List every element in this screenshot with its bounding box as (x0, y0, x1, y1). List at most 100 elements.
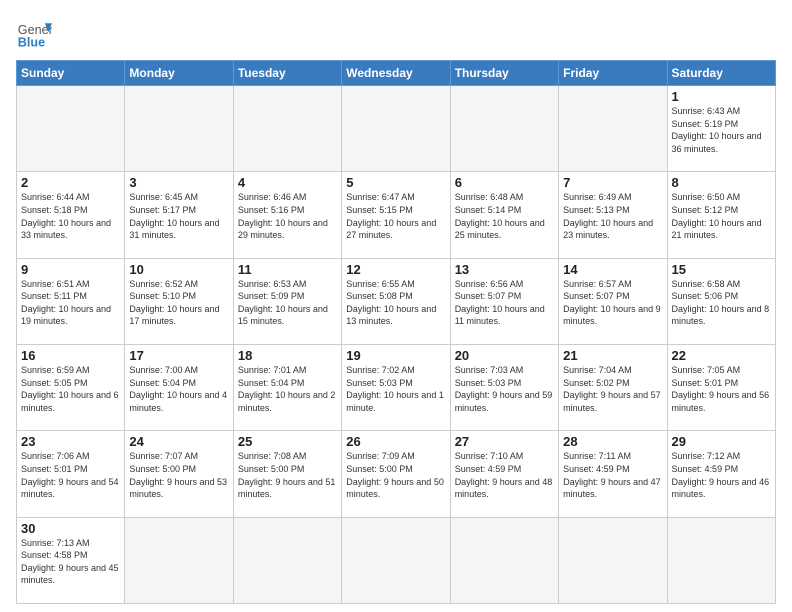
calendar-cell: 1Sunrise: 6:43 AM Sunset: 5:19 PM Daylig… (667, 86, 775, 172)
calendar-cell (342, 86, 450, 172)
logo: General Blue (16, 16, 52, 52)
day-info: Sunrise: 6:46 AM Sunset: 5:16 PM Dayligh… (238, 191, 337, 241)
calendar-cell (450, 517, 558, 603)
day-number: 14 (563, 262, 662, 277)
day-info: Sunrise: 7:00 AM Sunset: 5:04 PM Dayligh… (129, 364, 228, 414)
calendar-cell (559, 517, 667, 603)
day-info: Sunrise: 7:09 AM Sunset: 5:00 PM Dayligh… (346, 450, 445, 500)
day-number: 26 (346, 434, 445, 449)
calendar-cell (125, 517, 233, 603)
day-number: 27 (455, 434, 554, 449)
week-row-4: 16Sunrise: 6:59 AM Sunset: 5:05 PM Dayli… (17, 344, 776, 430)
calendar-cell (450, 86, 558, 172)
day-info: Sunrise: 6:44 AM Sunset: 5:18 PM Dayligh… (21, 191, 120, 241)
day-number: 6 (455, 175, 554, 190)
calendar-cell: 18Sunrise: 7:01 AM Sunset: 5:04 PM Dayli… (233, 344, 341, 430)
day-info: Sunrise: 7:01 AM Sunset: 5:04 PM Dayligh… (238, 364, 337, 414)
day-number: 11 (238, 262, 337, 277)
calendar-cell: 5Sunrise: 6:47 AM Sunset: 5:15 PM Daylig… (342, 172, 450, 258)
calendar-table: SundayMondayTuesdayWednesdayThursdayFrid… (16, 60, 776, 604)
day-info: Sunrise: 7:13 AM Sunset: 4:58 PM Dayligh… (21, 537, 120, 587)
day-number: 15 (672, 262, 771, 277)
week-row-6: 30Sunrise: 7:13 AM Sunset: 4:58 PM Dayli… (17, 517, 776, 603)
calendar-cell: 19Sunrise: 7:02 AM Sunset: 5:03 PM Dayli… (342, 344, 450, 430)
calendar-cell (667, 517, 775, 603)
calendar-cell: 9Sunrise: 6:51 AM Sunset: 5:11 PM Daylig… (17, 258, 125, 344)
day-number: 28 (563, 434, 662, 449)
day-number: 16 (21, 348, 120, 363)
day-info: Sunrise: 6:59 AM Sunset: 5:05 PM Dayligh… (21, 364, 120, 414)
day-number: 1 (672, 89, 771, 104)
calendar-cell (233, 517, 341, 603)
calendar-cell: 30Sunrise: 7:13 AM Sunset: 4:58 PM Dayli… (17, 517, 125, 603)
calendar-cell: 21Sunrise: 7:04 AM Sunset: 5:02 PM Dayli… (559, 344, 667, 430)
weekday-friday: Friday (559, 61, 667, 86)
calendar-cell: 15Sunrise: 6:58 AM Sunset: 5:06 PM Dayli… (667, 258, 775, 344)
day-number: 25 (238, 434, 337, 449)
day-info: Sunrise: 7:07 AM Sunset: 5:00 PM Dayligh… (129, 450, 228, 500)
week-row-5: 23Sunrise: 7:06 AM Sunset: 5:01 PM Dayli… (17, 431, 776, 517)
calendar-cell: 4Sunrise: 6:46 AM Sunset: 5:16 PM Daylig… (233, 172, 341, 258)
day-number: 29 (672, 434, 771, 449)
generalblue-logo-icon: General Blue (16, 16, 52, 52)
day-number: 18 (238, 348, 337, 363)
calendar-cell (125, 86, 233, 172)
calendar-cell: 29Sunrise: 7:12 AM Sunset: 4:59 PM Dayli… (667, 431, 775, 517)
weekday-sunday: Sunday (17, 61, 125, 86)
calendar-cell (233, 86, 341, 172)
day-number: 22 (672, 348, 771, 363)
day-number: 23 (21, 434, 120, 449)
day-number: 4 (238, 175, 337, 190)
day-number: 8 (672, 175, 771, 190)
day-info: Sunrise: 7:04 AM Sunset: 5:02 PM Dayligh… (563, 364, 662, 414)
day-number: 24 (129, 434, 228, 449)
day-info: Sunrise: 7:10 AM Sunset: 4:59 PM Dayligh… (455, 450, 554, 500)
calendar-cell: 24Sunrise: 7:07 AM Sunset: 5:00 PM Dayli… (125, 431, 233, 517)
calendar-cell: 22Sunrise: 7:05 AM Sunset: 5:01 PM Dayli… (667, 344, 775, 430)
day-info: Sunrise: 6:57 AM Sunset: 5:07 PM Dayligh… (563, 278, 662, 328)
page: General Blue SundayMondayTuesdayWednesda… (0, 0, 792, 612)
day-number: 19 (346, 348, 445, 363)
calendar-cell: 17Sunrise: 7:00 AM Sunset: 5:04 PM Dayli… (125, 344, 233, 430)
day-info: Sunrise: 6:53 AM Sunset: 5:09 PM Dayligh… (238, 278, 337, 328)
week-row-1: 1Sunrise: 6:43 AM Sunset: 5:19 PM Daylig… (17, 86, 776, 172)
calendar-cell: 11Sunrise: 6:53 AM Sunset: 5:09 PM Dayli… (233, 258, 341, 344)
calendar-cell: 12Sunrise: 6:55 AM Sunset: 5:08 PM Dayli… (342, 258, 450, 344)
calendar-cell: 28Sunrise: 7:11 AM Sunset: 4:59 PM Dayli… (559, 431, 667, 517)
calendar-cell: 14Sunrise: 6:57 AM Sunset: 5:07 PM Dayli… (559, 258, 667, 344)
day-info: Sunrise: 6:51 AM Sunset: 5:11 PM Dayligh… (21, 278, 120, 328)
calendar-cell: 27Sunrise: 7:10 AM Sunset: 4:59 PM Dayli… (450, 431, 558, 517)
day-number: 9 (21, 262, 120, 277)
calendar-cell: 16Sunrise: 6:59 AM Sunset: 5:05 PM Dayli… (17, 344, 125, 430)
day-number: 5 (346, 175, 445, 190)
week-row-2: 2Sunrise: 6:44 AM Sunset: 5:18 PM Daylig… (17, 172, 776, 258)
day-info: Sunrise: 6:50 AM Sunset: 5:12 PM Dayligh… (672, 191, 771, 241)
day-info: Sunrise: 6:52 AM Sunset: 5:10 PM Dayligh… (129, 278, 228, 328)
day-info: Sunrise: 7:06 AM Sunset: 5:01 PM Dayligh… (21, 450, 120, 500)
day-info: Sunrise: 6:58 AM Sunset: 5:06 PM Dayligh… (672, 278, 771, 328)
day-info: Sunrise: 7:12 AM Sunset: 4:59 PM Dayligh… (672, 450, 771, 500)
calendar-cell: 7Sunrise: 6:49 AM Sunset: 5:13 PM Daylig… (559, 172, 667, 258)
day-number: 2 (21, 175, 120, 190)
day-info: Sunrise: 6:47 AM Sunset: 5:15 PM Dayligh… (346, 191, 445, 241)
calendar-cell: 8Sunrise: 6:50 AM Sunset: 5:12 PM Daylig… (667, 172, 775, 258)
day-number: 21 (563, 348, 662, 363)
day-number: 30 (21, 521, 120, 536)
calendar-cell: 26Sunrise: 7:09 AM Sunset: 5:00 PM Dayli… (342, 431, 450, 517)
weekday-wednesday: Wednesday (342, 61, 450, 86)
calendar-cell: 3Sunrise: 6:45 AM Sunset: 5:17 PM Daylig… (125, 172, 233, 258)
calendar-cell: 23Sunrise: 7:06 AM Sunset: 5:01 PM Dayli… (17, 431, 125, 517)
day-number: 17 (129, 348, 228, 363)
day-number: 12 (346, 262, 445, 277)
weekday-saturday: Saturday (667, 61, 775, 86)
calendar-cell (559, 86, 667, 172)
day-number: 20 (455, 348, 554, 363)
day-number: 7 (563, 175, 662, 190)
calendar-cell (17, 86, 125, 172)
week-row-3: 9Sunrise: 6:51 AM Sunset: 5:11 PM Daylig… (17, 258, 776, 344)
weekday-tuesday: Tuesday (233, 61, 341, 86)
weekday-thursday: Thursday (450, 61, 558, 86)
day-info: Sunrise: 6:43 AM Sunset: 5:19 PM Dayligh… (672, 105, 771, 155)
day-info: Sunrise: 7:08 AM Sunset: 5:00 PM Dayligh… (238, 450, 337, 500)
day-info: Sunrise: 7:02 AM Sunset: 5:03 PM Dayligh… (346, 364, 445, 414)
